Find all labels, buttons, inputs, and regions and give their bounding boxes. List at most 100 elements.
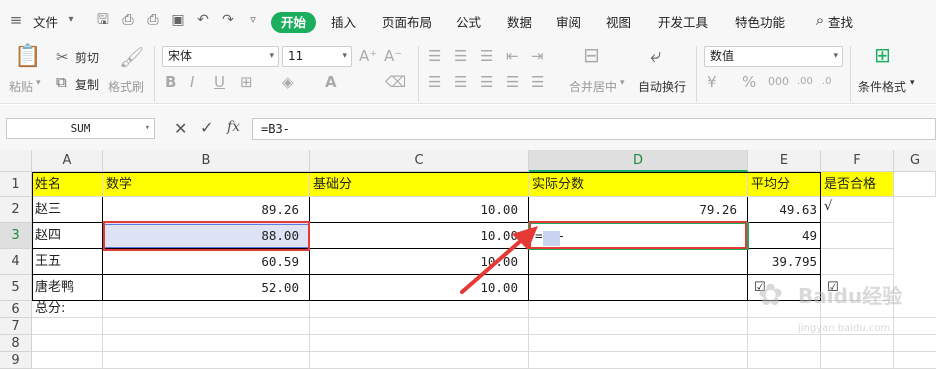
scissors-icon[interactable]: ✂ [56,48,69,66]
file-menu-chevron-icon[interactable]: ▾ [63,12,79,28]
save-icon[interactable]: 🖫 [95,12,111,28]
file-menu[interactable]: 文件 [33,12,58,31]
decrease-font-icon[interactable]: A⁻ [384,47,402,65]
merge-center-button[interactable]: 合并居中 [569,78,617,95]
increase-decimal-icon[interactable]: .00 [797,73,813,91]
cell-b4[interactable]: 60.59 [103,249,310,275]
row-header-9[interactable]: 9 [0,352,32,369]
formula-input[interactable]: =B3- [252,118,936,140]
cell-f4[interactable] [821,249,894,275]
conditional-format-icon[interactable]: ⊞ [874,45,891,65]
font-size-dropdown[interactable]: 11 ▾ [282,46,352,67]
distributed-icon[interactable]: ☰ [531,73,544,91]
align-center-icon[interactable]: ☰ [454,73,467,91]
row-header-5[interactable]: 5 [0,275,32,301]
cell-e1[interactable]: 平均分 [748,172,821,197]
quick-access-more-icon[interactable]: ▿ [245,12,261,28]
percent-icon[interactable]: % [742,73,756,91]
number-format-dropdown[interactable]: 数值 ▾ [704,46,843,67]
cell-b1[interactable]: 数学 [103,172,310,197]
cancel-formula-icon[interactable]: ✕ [174,119,187,138]
align-right-icon[interactable]: ☰ [480,73,493,91]
font-name-dropdown[interactable]: 宋体 ▾ [162,46,279,67]
align-middle-icon[interactable]: ☰ [454,47,467,65]
thousands-separator-icon[interactable]: 000 [768,73,789,91]
cell-e2[interactable]: 49.63 [748,197,821,223]
tab-start[interactable]: 开始 [271,12,316,33]
row-header-2[interactable]: 2 [0,197,32,223]
merge-center-icon[interactable]: ⊟ [583,45,600,65]
cell-b2[interactable]: 89.26 [103,197,310,223]
print-preview-icon[interactable]: ⎙ [120,12,136,28]
tab-view[interactable]: 视图 [606,12,631,31]
column-header-c[interactable]: C [310,150,529,172]
copy-icon[interactable]: ⧉ [56,73,67,91]
conditional-format-button[interactable]: 条件格式 [858,78,906,95]
select-all-corner[interactable] [0,150,32,172]
cell-d1[interactable]: 实际分数 [529,172,748,197]
hamburger-menu-icon[interactable]: ≡ [8,12,24,28]
justify-icon[interactable]: ☰ [506,73,519,91]
increase-font-icon[interactable]: A⁺ [359,47,377,65]
redo-icon[interactable]: ↷ [220,12,236,28]
export-pdf-icon[interactable]: ▣ [170,12,186,28]
bold-icon[interactable]: B [165,73,176,91]
row-header-7[interactable]: 7 [0,318,32,335]
cell-a6[interactable]: 总分: [32,301,103,318]
cell-f3[interactable] [821,223,894,249]
align-left-icon[interactable]: ☰ [428,73,441,91]
column-header-g[interactable]: G [894,150,936,172]
row-header-1[interactable]: 1 [0,172,32,197]
format-painter-icon[interactable]: 🖌 [119,47,144,67]
cell-f1[interactable]: 是否合格 [821,172,894,197]
format-painter-button[interactable]: 格式刷 [108,78,144,95]
column-header-a[interactable]: A [32,150,103,172]
search-icon[interactable]: ⌕ [812,12,828,28]
indent-right-icon[interactable]: ⇥ [531,47,544,65]
tab-special-features[interactable]: 特色功能 [735,12,785,31]
paste-dropdown-icon[interactable]: ▾ [36,78,41,88]
wrap-text-button[interactable]: 自动换行 [638,78,686,95]
cut-button[interactable]: 剪切 [75,49,99,66]
print-icon[interactable]: ⎙ [145,12,161,28]
cell-f2[interactable]: √ [821,197,894,223]
tab-data[interactable]: 数据 [507,12,532,31]
row-header-8[interactable]: 8 [0,335,32,352]
column-header-d[interactable]: D [529,150,748,172]
align-top-icon[interactable]: ☰ [428,47,441,65]
row-header-3[interactable]: 3 [0,223,32,249]
fill-color-icon[interactable]: ◈ [282,73,294,91]
merge-dropdown-icon[interactable]: ▾ [620,78,625,88]
decrease-decimal-icon[interactable]: .0 [822,73,832,91]
wrap-text-icon[interactable]: ⤶ [650,45,661,65]
column-header-e[interactable]: E [748,150,821,172]
row-header-6[interactable]: 6 [0,301,32,318]
cell-e3[interactable]: 49 [748,223,821,249]
cell-f5-checkbox[interactable]: ☑ [821,275,894,301]
cell-e5-checkbox[interactable]: ☑ [748,275,821,301]
tab-formulas[interactable]: 公式 [456,12,481,31]
paste-icon[interactable]: 📋 [14,46,41,68]
cell-a1[interactable]: 姓名 [32,172,103,197]
copy-button[interactable]: 复制 [75,76,99,93]
currency-icon[interactable]: ¥ [707,73,717,91]
border-icon[interactable]: ⊞ [240,73,253,91]
column-header-f[interactable]: F [821,150,894,172]
cell-a5[interactable]: 唐老鸭 [32,275,103,301]
italic-icon[interactable]: I [190,73,194,91]
undo-icon[interactable]: ↶ [195,12,211,28]
cell-b5[interactable]: 52.00 [103,275,310,301]
cell-a2[interactable]: 赵三 [32,197,103,223]
cell-d4[interactable] [529,249,748,275]
cell-d2[interactable]: 79.26 [529,197,748,223]
tab-insert[interactable]: 插入 [331,12,356,31]
row-header-4[interactable]: 4 [0,249,32,275]
search-button[interactable]: 查找 [828,12,853,31]
align-bottom-icon[interactable]: ☰ [480,47,493,65]
cell-c1[interactable]: 基础分 [310,172,529,197]
tab-developer[interactable]: 开发工具 [658,12,708,31]
conditional-format-dropdown-icon[interactable]: ▾ [910,78,915,88]
underline-icon[interactable]: U [214,73,225,91]
cell-g1[interactable] [894,172,936,197]
cell-d5[interactable] [529,275,748,301]
